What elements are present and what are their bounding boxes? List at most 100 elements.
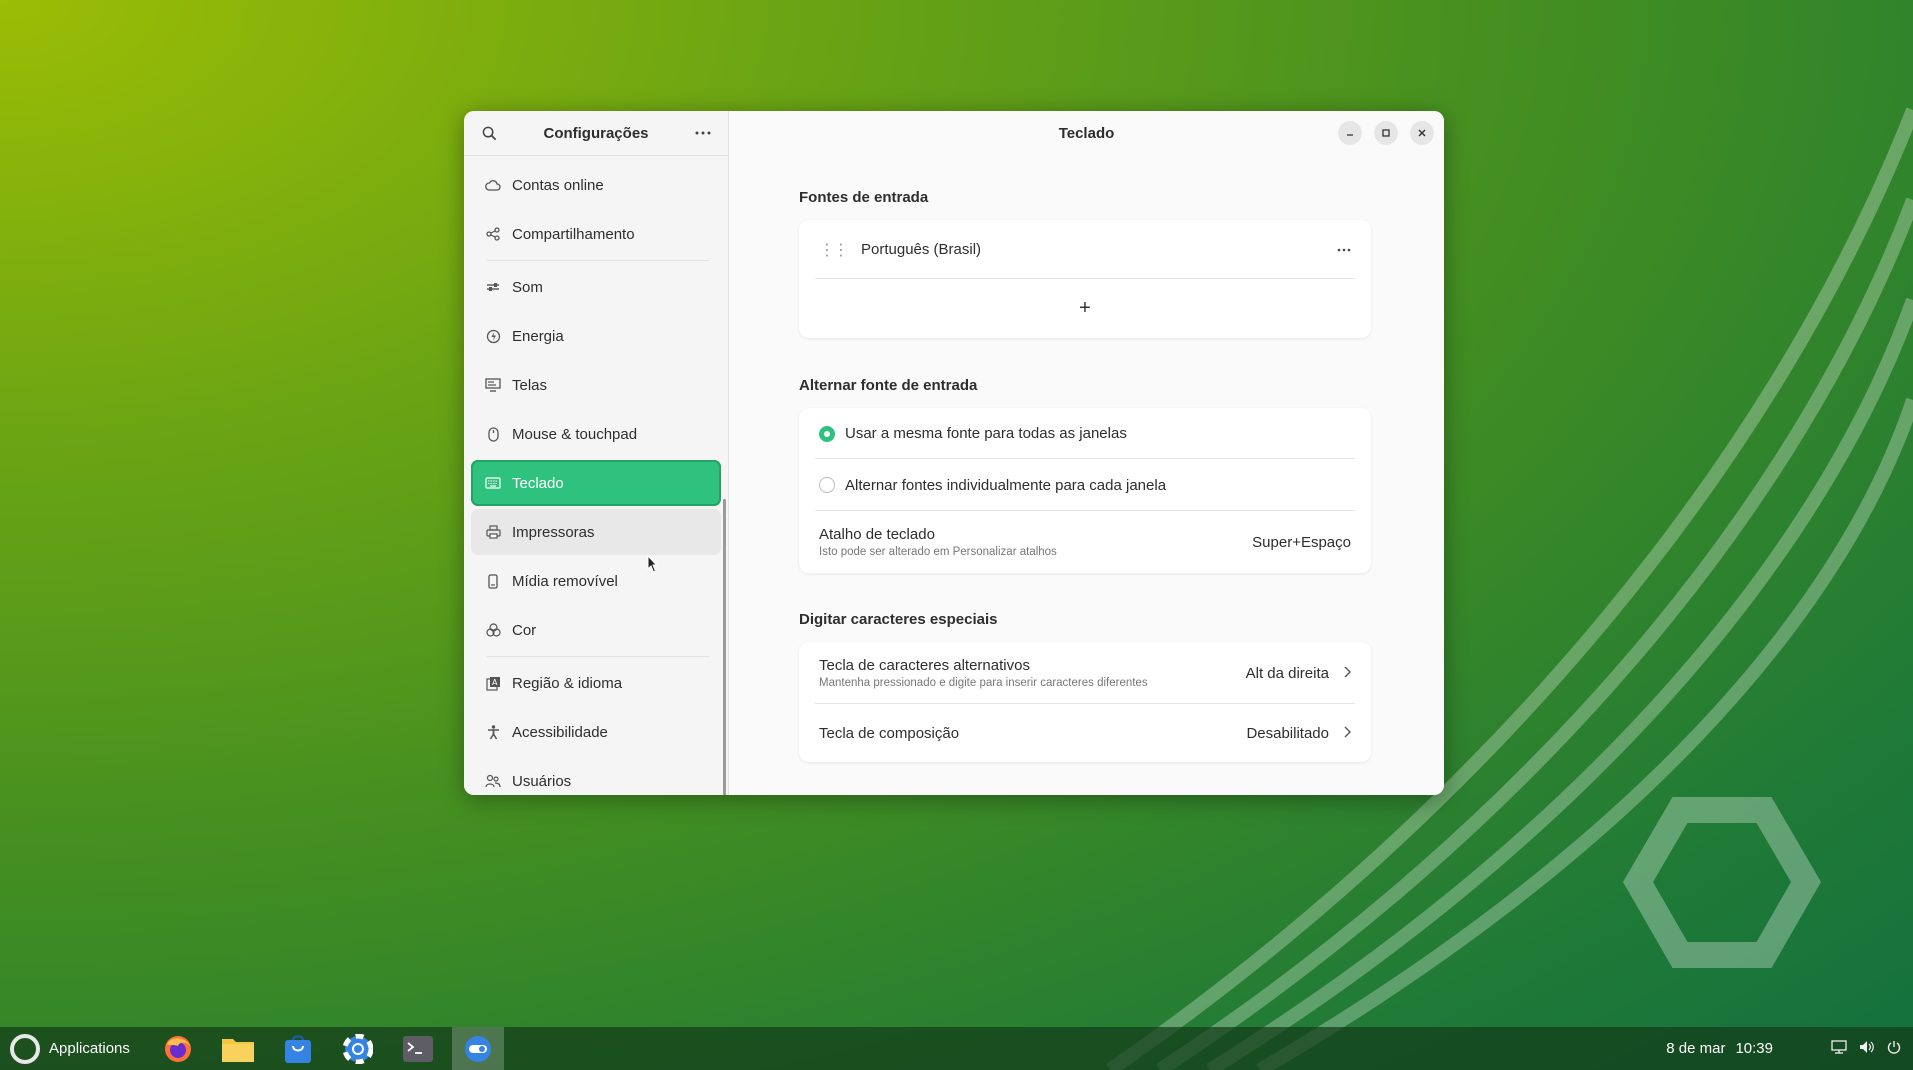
content-header: Teclado xyxy=(729,111,1444,156)
share-icon xyxy=(484,225,502,243)
shortcut-value: Super+Espaço xyxy=(1252,533,1351,551)
radio-button[interactable] xyxy=(819,477,835,493)
shortcut-row[interactable]: Atalho de teclado Isto pode ser alterado… xyxy=(799,510,1371,573)
sidebar-item-label: Som xyxy=(512,278,543,296)
sidebar-item-mouse[interactable]: Mouse & touchpad xyxy=(471,411,721,457)
compose-key-row[interactable]: Tecla de composição Desabilitado xyxy=(799,703,1371,762)
mouse-icon xyxy=(484,425,502,443)
radio-same-source[interactable]: Usar a mesma fonte para todas as janelas xyxy=(799,408,1371,459)
switch-source-card: Usar a mesma fonte para todas as janelas… xyxy=(799,408,1371,573)
compose-value: Desabilitado xyxy=(1246,724,1329,742)
maximize-button[interactable] xyxy=(1374,121,1398,145)
page-title: Teclado xyxy=(1058,125,1115,142)
radio-same-label: Usar a mesma fonte para todas as janelas xyxy=(845,425,1127,442)
input-sources-card: ⋮⋮ Português (Brasil) + xyxy=(799,220,1371,338)
add-input-source-button[interactable]: + xyxy=(799,278,1371,338)
terminal-icon[interactable] xyxy=(392,1027,444,1070)
sidebar-item-sharing[interactable]: Compartilhamento xyxy=(471,211,721,257)
shortcut-subtitle: Isto pode ser alterado em Personalizar a… xyxy=(819,546,1057,558)
sidebar: Configurações Contas online Compartilham… xyxy=(464,111,729,795)
cloud-icon xyxy=(484,176,502,194)
input-source-menu-icon[interactable] xyxy=(1337,248,1351,252)
sidebar-item-label: Contas online xyxy=(512,176,604,194)
sidebar-item-label: Energia xyxy=(512,327,564,345)
compose-value-group: Desabilitado xyxy=(1246,725,1351,742)
usb-icon xyxy=(484,572,502,590)
input-source-label: Português (Brasil) xyxy=(861,241,982,258)
clock-date: 8 de mar xyxy=(1666,1040,1726,1057)
row-separator xyxy=(815,458,1355,459)
window-controls xyxy=(1338,121,1434,145)
sidebar-item-label: Impressoras xyxy=(512,523,595,541)
printer-icon xyxy=(484,523,502,541)
radio-button-checked[interactable] xyxy=(819,425,835,442)
power-menu-icon[interactable] xyxy=(1887,1040,1901,1057)
sidebar-item-printers[interactable]: Impressoras xyxy=(471,509,721,555)
search-icon[interactable] xyxy=(476,120,502,146)
chevron-right-icon xyxy=(1343,665,1351,681)
keyboard-icon xyxy=(484,474,502,492)
radio-individual-label: Alternar fontes individualmente para cad… xyxy=(845,476,1167,494)
sidebar-item-removable-media[interactable]: Mídia removível xyxy=(471,558,721,604)
alternate-chars-subtitle: Mantenha pressionado e digite para inser… xyxy=(819,677,1148,689)
accessibility-icon xyxy=(484,723,502,741)
help-icon[interactable] xyxy=(332,1027,384,1070)
taskbar: Applications 8 de mar 10:39 xyxy=(0,1027,1913,1070)
sidebar-item-region-language[interactable]: A Região & idioma xyxy=(471,660,721,706)
system-tray xyxy=(1831,1027,1901,1070)
volume-icon[interactable] xyxy=(1859,1040,1875,1057)
sidebar-item-displays[interactable]: Telas xyxy=(471,362,721,408)
files-icon[interactable] xyxy=(212,1027,264,1070)
firefox-icon[interactable] xyxy=(152,1027,204,1070)
content-pane: Teclado Fontes de entrada ⋮⋮ Português (… xyxy=(729,111,1444,795)
drag-handle-icon[interactable]: ⋮⋮ xyxy=(819,240,849,260)
sidebar-header: Configurações xyxy=(464,111,728,156)
row-separator xyxy=(815,278,1355,279)
svg-text:A: A xyxy=(492,678,498,687)
sidebar-item-users[interactable]: Usuários xyxy=(471,758,721,795)
alternate-chars-label: Tecla de caracteres alternativos xyxy=(819,657,1030,674)
applications-label: Applications xyxy=(49,1040,130,1057)
compose-label: Tecla de composição xyxy=(819,724,960,742)
row-separator xyxy=(815,510,1355,511)
sidebar-item-sound[interactable]: Som xyxy=(471,264,721,310)
opensuse-logo-icon xyxy=(10,1033,40,1064)
input-source-row[interactable]: ⋮⋮ Português (Brasil) xyxy=(799,220,1371,279)
sidebar-nav: Contas online Compartilhamento Som Energ… xyxy=(464,156,728,795)
sidebar-item-keyboard[interactable]: Teclado xyxy=(471,460,721,506)
sidebar-separator xyxy=(487,260,709,261)
software-store-icon[interactable] xyxy=(272,1027,324,1070)
alternate-chars-key-row[interactable]: Tecla de caracteres alternativos Mantenh… xyxy=(799,642,1371,704)
color-icon xyxy=(484,621,502,639)
settings-window: Configurações Contas online Compartilham… xyxy=(464,111,1444,795)
sidebar-item-label: Acessibilidade xyxy=(512,723,608,741)
hexagon-logo xyxy=(1622,797,1822,968)
input-sources-heading: Fontes de entrada xyxy=(799,189,929,206)
sidebar-title: Configurações xyxy=(543,124,649,142)
sidebar-item-color[interactable]: Cor xyxy=(471,607,721,653)
menu-icon[interactable] xyxy=(690,120,716,146)
sidebar-item-power[interactable]: Energia xyxy=(471,313,721,359)
row-separator xyxy=(815,703,1355,704)
sidebar-item-online-accounts[interactable]: Contas online xyxy=(471,162,721,208)
clock[interactable]: 8 de mar 10:39 xyxy=(1666,1027,1773,1070)
close-button[interactable] xyxy=(1410,121,1434,145)
clock-time: 10:39 xyxy=(1735,1040,1773,1057)
network-icon[interactable] xyxy=(1831,1040,1847,1057)
sidebar-scrollbar[interactable] xyxy=(723,499,726,795)
settings-app-icon[interactable] xyxy=(451,1027,504,1070)
sidebar-item-accessibility[interactable]: Acessibilidade xyxy=(471,709,721,755)
users-icon xyxy=(484,772,502,790)
sidebar-item-label: Teclado xyxy=(512,474,564,492)
chevron-right-icon xyxy=(1343,725,1351,741)
sidebar-item-label: Região & idioma xyxy=(512,674,623,692)
sidebar-item-label: Compartilhamento xyxy=(512,225,635,243)
sidebar-item-label: Telas xyxy=(512,376,548,394)
radio-individual-source[interactable]: Alternar fontes individualmente para cad… xyxy=(799,458,1371,511)
add-icon: + xyxy=(1079,297,1091,319)
alternate-chars-value: Alt da direita xyxy=(1245,664,1329,682)
power-icon xyxy=(484,327,502,345)
applications-menu-button[interactable]: Applications xyxy=(0,1027,140,1070)
sidebar-separator xyxy=(487,656,709,657)
minimize-button[interactable] xyxy=(1338,121,1362,145)
